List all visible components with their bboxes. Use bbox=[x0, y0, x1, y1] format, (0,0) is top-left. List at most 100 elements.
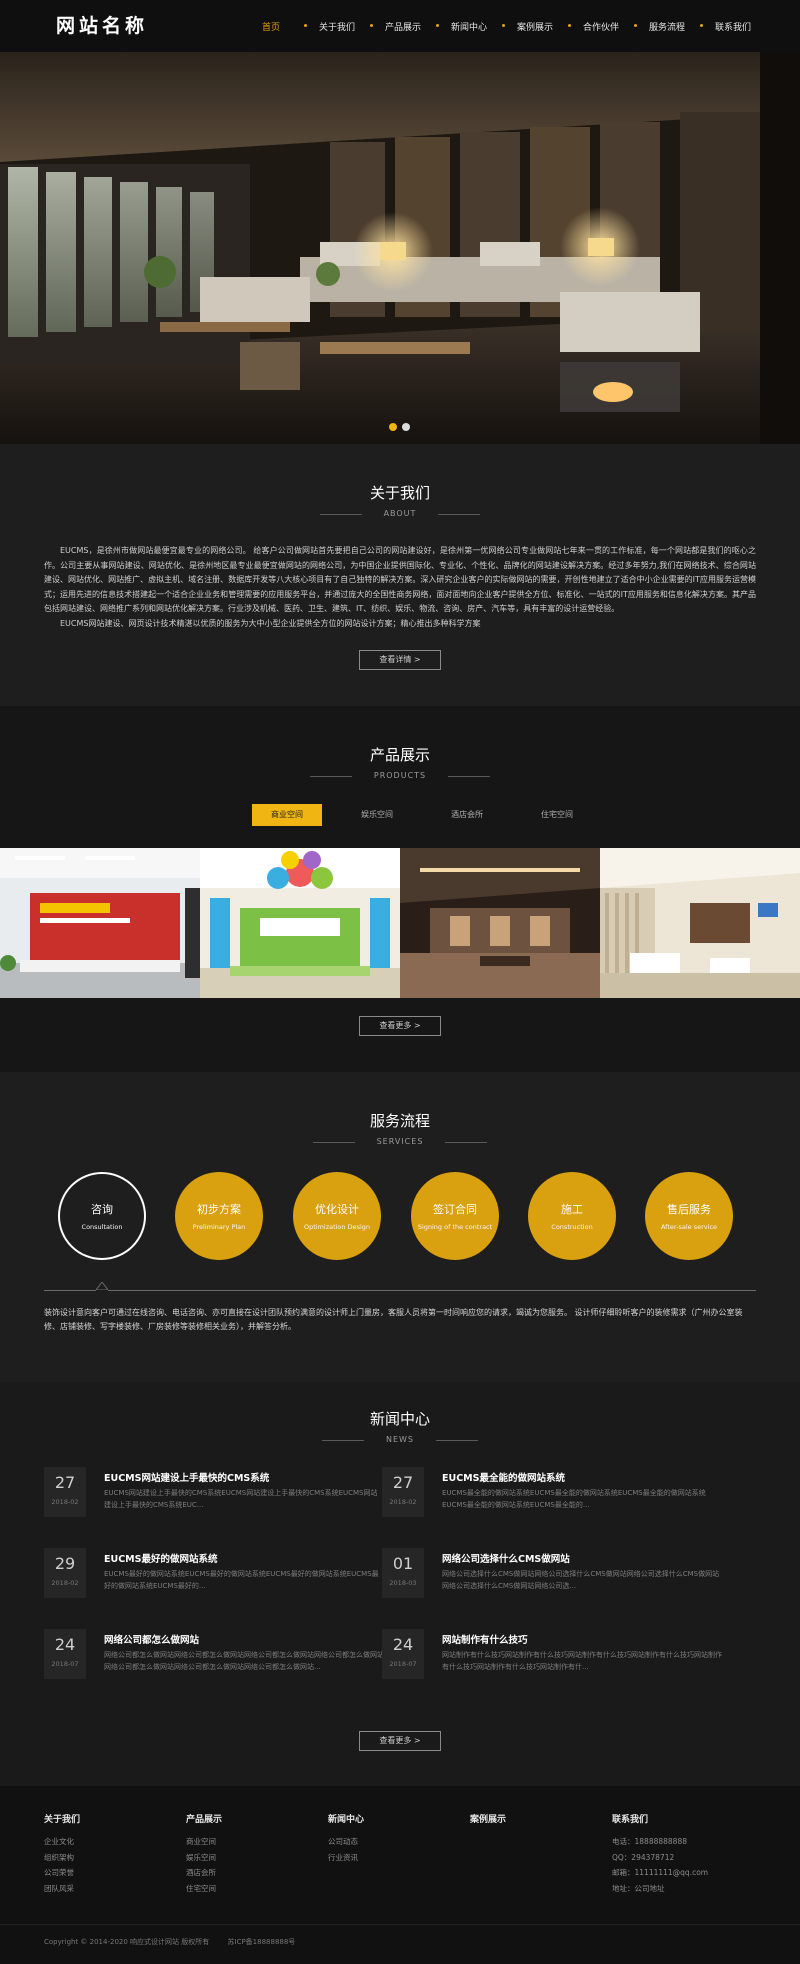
service-pointer-icon bbox=[96, 1282, 108, 1291]
product-tabs: 商业空间 娱乐空间 酒店会所 住宅空间 bbox=[252, 804, 592, 826]
footer-link[interactable]: 公司动态 bbox=[328, 1834, 364, 1850]
footer-col-about: 关于我们 企业文化 组织架构 公司荣誉 团队风采 bbox=[44, 1812, 80, 1896]
footer-link[interactable]: 组织架构 bbox=[44, 1850, 80, 1866]
nav-label: 联系我们 bbox=[714, 23, 751, 33]
footer-col-cases: 案例展示 bbox=[470, 1812, 506, 1834]
news-title-link[interactable]: EUCMS最全能的做网站系统 bbox=[442, 1470, 565, 1484]
site-header: 网站名称 首页 关于我们 产品展示 新闻中心 案例展示 合作伙伴 服务流程 联系… bbox=[0, 0, 800, 52]
products-more-button[interactable]: 查看更多 > bbox=[359, 1016, 441, 1036]
site-logo[interactable]: 网站名称 bbox=[56, 11, 148, 38]
service-step-signing-contract[interactable]: 签订合同 Signing of the contract bbox=[411, 1172, 499, 1260]
contact-qq: QQ：294378712 bbox=[612, 1852, 675, 1862]
news-date: 29 2018-02 bbox=[44, 1548, 86, 1598]
news-item[interactable]: 24 2018-07 网络公司都怎么做网站 网络公司都怎么做网站网络公司都怎么做… bbox=[44, 1629, 384, 1679]
product-image-kids-space[interactable] bbox=[200, 848, 400, 998]
about-text: EUCMS，是徐州市做网站最便宜最专业的网络公司。 给客户公司做网站首先要把自己… bbox=[44, 544, 756, 631]
nav-item-home[interactable]: 首页 bbox=[238, 20, 304, 33]
footer-link[interactable]: 行业资讯 bbox=[328, 1850, 364, 1866]
tab-hotel[interactable]: 酒店会所 bbox=[432, 804, 502, 826]
footer-col-news: 新闻中心 公司动态 行业资讯 bbox=[328, 1812, 364, 1865]
news-item[interactable]: 29 2018-02 EUCMS最好的做网站系统 EUCMS最好的做网站系统EU… bbox=[44, 1548, 384, 1598]
service-step-construction[interactable]: 施工 Construction bbox=[528, 1172, 616, 1260]
tab-commercial[interactable]: 商业空间 bbox=[252, 804, 322, 826]
news-summary: 网络公司选择什么CMS做网站网络公司选择什么CMS做网站网络公司选择什么CMS做… bbox=[442, 1570, 720, 1590]
footer-heading: 关于我们 bbox=[44, 1815, 81, 1825]
footer-link[interactable]: 商业空间 bbox=[186, 1834, 222, 1850]
nav-item-news[interactable]: 新闻中心 bbox=[436, 20, 502, 33]
hero-dot-1[interactable] bbox=[389, 423, 397, 431]
service-description: 装饰设计意向客户可通过在线咨询、电话咨询、亦可直接在设计团队预约满意的设计师上门… bbox=[44, 1308, 743, 1331]
nav-label: 首页 bbox=[261, 23, 280, 33]
service-step-name: 优化设计 bbox=[315, 1203, 359, 1216]
news-day: 24 bbox=[392, 1635, 414, 1654]
footer-link[interactable]: 娱乐空间 bbox=[186, 1850, 222, 1866]
news-item[interactable]: 01 2018-03 网络公司选择什么CMS做网站 网络公司选择什么CMS做网站… bbox=[382, 1548, 722, 1598]
footer-link[interactable]: 酒店会所 bbox=[186, 1865, 222, 1881]
nav-item-services[interactable]: 服务流程 bbox=[634, 20, 700, 33]
hero-dot-2[interactable] bbox=[402, 423, 410, 431]
news-more-button[interactable]: 查看更多 > bbox=[359, 1731, 441, 1751]
nav-label: 服务流程 bbox=[648, 23, 685, 33]
service-step-name: 售后服务 bbox=[667, 1203, 711, 1216]
nav-item-partners[interactable]: 合作伙伴 bbox=[568, 20, 634, 33]
footer-heading[interactable]: 案例展示 bbox=[470, 1812, 506, 1825]
service-step-name: 咨询 bbox=[91, 1203, 113, 1216]
nav-label: 新闻中心 bbox=[450, 23, 487, 33]
nav-label: 案例展示 bbox=[516, 23, 553, 33]
contact-phone: 电话：18888888888 bbox=[612, 1837, 687, 1846]
tab-residential[interactable]: 住宅空间 bbox=[522, 804, 592, 826]
service-step-en: Consultation bbox=[81, 1223, 123, 1231]
news-title-link[interactable]: 网络公司都怎么做网站 bbox=[104, 1632, 199, 1646]
nav-label: 合作伙伴 bbox=[582, 23, 619, 33]
footer-heading: 联系我们 bbox=[612, 1815, 649, 1825]
service-step-name: 初步方案 bbox=[197, 1203, 241, 1216]
footer-link[interactable]: 住宅空间 bbox=[186, 1881, 222, 1897]
footer-link[interactable]: 公司荣誉 bbox=[44, 1865, 80, 1881]
nav-item-cases[interactable]: 案例展示 bbox=[502, 20, 568, 33]
service-step-en: Construction bbox=[551, 1223, 593, 1231]
about-more-button[interactable]: 查看详情 > bbox=[359, 650, 441, 670]
service-step-after-sale[interactable]: 售后服务 After-sale service bbox=[645, 1172, 733, 1260]
service-step-optimization-design[interactable]: 优化设计 Optimization Design bbox=[293, 1172, 381, 1260]
news-title-link[interactable]: 网站制作有什么技巧 bbox=[442, 1632, 528, 1646]
news-subtitle-text: NEWS bbox=[364, 1435, 436, 1444]
icp-number[interactable]: 苏ICP备18888888号 bbox=[228, 1938, 296, 1946]
footer-link[interactable]: 团队风采 bbox=[44, 1881, 80, 1897]
news-date: 27 2018-02 bbox=[382, 1467, 424, 1517]
contact-email: 邮箱：11111111@qq.com bbox=[612, 1868, 709, 1877]
news-item[interactable]: 27 2018-02 EUCMS网站建设上手最快的CMS系统 EUCMS网站建设… bbox=[44, 1467, 384, 1517]
footer-col-products: 产品展示 商业空间 娱乐空间 酒店会所 住宅空间 bbox=[186, 1812, 222, 1896]
service-step-en: Optimization Design bbox=[303, 1223, 371, 1231]
news-summary: 网站制作有什么技巧网站制作有什么技巧网站制作有什么技巧网站制作有什么技巧网站制作… bbox=[442, 1651, 722, 1671]
product-image-office-lounge[interactable] bbox=[600, 848, 800, 998]
service-step-en: After-sale service bbox=[660, 1223, 718, 1231]
news-date: 24 2018-07 bbox=[382, 1629, 424, 1679]
tab-entertainment[interactable]: 娱乐空间 bbox=[342, 804, 412, 826]
products-subtitle-text: PRODUCTS bbox=[352, 771, 448, 780]
about-paragraph-1: EUCMS，是徐州市做网站最便宜最专业的网络公司。 给客户公司做网站首先要把自己… bbox=[44, 546, 756, 613]
news-title-link[interactable]: EUCMS网站建设上手最快的CMS系统 bbox=[104, 1470, 269, 1484]
news-title-link[interactable]: EUCMS最好的做网站系统 bbox=[104, 1551, 217, 1565]
services-subtitle-text: SERVICES bbox=[355, 1137, 446, 1146]
contact-address: 地址：公司地址 bbox=[612, 1883, 665, 1893]
product-image-office-reception[interactable] bbox=[0, 848, 200, 998]
nav-item-products[interactable]: 产品展示 bbox=[370, 20, 436, 33]
news-year-month: 2018-03 bbox=[389, 1579, 417, 1587]
news-item[interactable]: 24 2018-07 网站制作有什么技巧 网站制作有什么技巧网站制作有什么技巧网… bbox=[382, 1629, 722, 1679]
nav-item-about[interactable]: 关于我们 bbox=[304, 20, 370, 33]
nav-item-contact[interactable]: 联系我们 bbox=[700, 20, 766, 33]
news-subtitle: NEWS bbox=[0, 1435, 800, 1444]
news-title: 新闻中心 bbox=[369, 1410, 430, 1428]
news-year-month: 2018-02 bbox=[51, 1579, 79, 1587]
news-year-month: 2018-07 bbox=[389, 1660, 417, 1668]
products-subtitle: PRODUCTS bbox=[0, 771, 800, 780]
product-gallery bbox=[0, 848, 800, 998]
product-image-hotel-lobby[interactable] bbox=[400, 848, 600, 998]
news-date: 01 2018-03 bbox=[382, 1548, 424, 1598]
news-day: 24 bbox=[54, 1635, 76, 1654]
footer-link[interactable]: 企业文化 bbox=[44, 1834, 80, 1850]
news-item[interactable]: 27 2018-02 EUCMS最全能的做网站系统 EUCMS最全能的做网站系统… bbox=[382, 1467, 722, 1517]
news-title-link[interactable]: 网络公司选择什么CMS做网站 bbox=[442, 1551, 570, 1565]
service-step-preliminary-plan[interactable]: 初步方案 Preliminary Plan bbox=[175, 1172, 263, 1260]
service-step-consultation[interactable]: 咨询 Consultation bbox=[58, 1172, 146, 1260]
